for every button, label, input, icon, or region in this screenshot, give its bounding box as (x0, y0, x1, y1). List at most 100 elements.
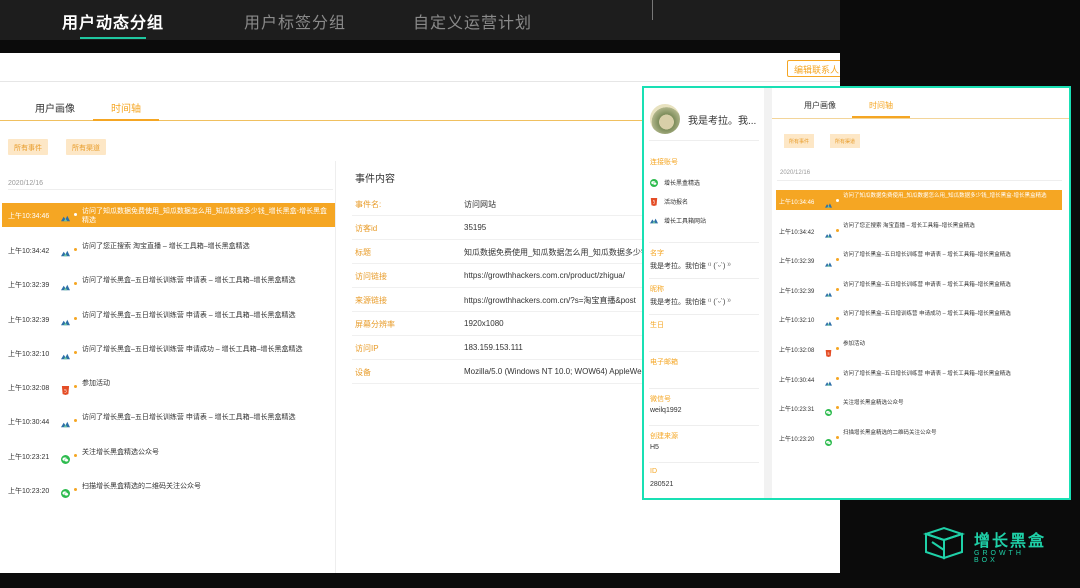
wechat-icon (61, 451, 70, 464)
event-time: 上午10:32:10 (8, 351, 50, 358)
event-detail-row: 设备 Mozilla/5.0 (Windows NT 10.0; WOW64) A… (352, 360, 642, 384)
event-detail-row: 事件名: 访问网站 (352, 192, 642, 216)
overlay-timeline-row[interactable]: 上午10:32:39 访问了增长黑盒–五日增长训练营 申请表 – 增长工具箱–增长… (776, 279, 1062, 299)
overlay-tabs-divider (772, 118, 1069, 119)
event-time: 上午10:23:20 (8, 488, 50, 495)
growth-tools-icon (825, 255, 832, 267)
filter-all-events[interactable]: 所有事件 (8, 139, 48, 155)
tab-user-dynamic-group[interactable]: 用户动态分组 (62, 9, 164, 33)
event-time: 上午10:32:08 (8, 385, 50, 392)
event-text: 参加活动 (843, 341, 866, 347)
wechat-icon (61, 485, 70, 498)
timeline-row[interactable]: 上午10:30:44 访问了增长黑盒–五日增长训练营 申请表 – 增长工具箱–增长… (2, 409, 335, 433)
event-text: 访问了增长黑盒–五日增长训练营 申请表 – 增长工具箱–增长黑盒精选 (82, 312, 296, 319)
brand-name: 增长黑盒 (974, 533, 1047, 550)
timeline-dot (74, 385, 77, 388)
event-time: 上午10:34:46 (8, 213, 50, 220)
profile-overlay-card: 我是考拉。我... 连接账号 增长黑盒精选 5 活动报名 增长工具箱网站 名字 我是考拉… (642, 86, 1071, 500)
field-divider (649, 278, 759, 279)
growth-tools-icon (650, 217, 658, 225)
event-time: 上午10:23:21 (8, 454, 50, 461)
event-text: 关注增长黑盒精选公众号 (843, 400, 904, 406)
linked-account-item[interactable]: 5 活动报名 (650, 197, 688, 207)
growth-tools-icon (825, 285, 832, 297)
overlay-timeline-row[interactable]: 上午10:23:20 扫描增长黑盒精选的二维码关注公众号 (776, 427, 1062, 447)
profile-field-label: ID (650, 468, 657, 475)
overlay-timeline-row[interactable]: 上午10:34:46 访问了知瓜数据免费使用_知瓜数据怎么用_知瓜数据多少钱_增长… (776, 190, 1062, 210)
linked-account-item[interactable]: 增长工具箱网站 (650, 216, 706, 225)
timeline-dot (836, 258, 839, 261)
timeline-dot (836, 199, 839, 202)
column-divider (335, 161, 336, 573)
event-text: 访问了知瓜数据免费使用_知瓜数据怎么用_知瓜数据多少钱_增长黑盒-增长黑盒精选 (82, 208, 328, 224)
timeline-dot (74, 213, 77, 216)
growth-box-logo: 增长黑盒 GROWTH BOX (922, 524, 1052, 564)
date-divider (8, 189, 333, 190)
event-detail-row: 访问链接 https://growthhackers.com.cn/product… (352, 264, 642, 288)
growth-tools-icon (61, 348, 70, 360)
timeline-row[interactable]: 上午10:23:21 关注增长黑盒精选公众号 (2, 444, 335, 468)
event-detail-key: 设备 (355, 368, 371, 377)
event-detail-key: 访问链接 (355, 272, 387, 281)
timeline-dot (74, 419, 77, 422)
overlay-timeline-date: 2020/12/16 (780, 170, 811, 176)
overlay-filter-all-events[interactable]: 所有事件 (784, 134, 815, 148)
tab-user-profile[interactable]: 用户画像 (35, 100, 75, 115)
field-divider (649, 462, 759, 463)
timeline-row[interactable]: 上午10:32:39 访问了增长黑盒–五日增长训练营 申请表 – 增长工具箱–增长… (2, 272, 335, 296)
overlay-timeline-row[interactable]: 上午10:32:08 5 参加活动 (776, 338, 1062, 358)
event-time: 上午10:32:10 (779, 318, 815, 324)
overlay-timeline-row[interactable]: 上午10:23:31 关注增长黑盒精选公众号 (776, 397, 1062, 417)
profile-field-label: 生日 (650, 322, 664, 329)
event-detail-key: 访问IP (355, 344, 379, 353)
overlay-timeline-row[interactable]: 上午10:32:10 访问了增长黑盒–五日增训练营 申请成功 – 增长工具箱–增长… (776, 308, 1062, 328)
timeline-dot (836, 288, 839, 291)
growth-tools-icon (825, 226, 832, 238)
active-tab-indicator (80, 37, 146, 39)
linked-account-item[interactable]: 增长黑盒精选 (650, 178, 700, 188)
event-detail-value: Mozilla/5.0 (Windows NT 10.0; WOW64) App… (464, 367, 642, 376)
timeline-row[interactable]: 上午10:34:42 访问了您正搜索 淘宝直播 – 增长工具箱–增长黑盒精选 (2, 238, 335, 262)
overlay-timeline-tab-indicator (852, 116, 910, 118)
growth-tools-icon (61, 314, 70, 326)
growth-tools-icon (825, 374, 832, 386)
event-time: 上午10:30:44 (8, 419, 50, 426)
timeline-row[interactable]: 上午10:34:46 访问了知瓜数据免费使用_知瓜数据怎么用_知瓜数据多少钱_增长… (2, 203, 335, 227)
overlay-timeline-row[interactable]: 上午10:32:39 访问了增长黑盒–五日增长训练营 申请表 – 增长工具箱–增长… (776, 249, 1062, 269)
overlay-timeline-row[interactable]: 上午10:30:44 访问了增长黑盒–五日增长训练营 申请表 – 增长工具箱–增长… (776, 368, 1062, 388)
timeline-dot (74, 351, 77, 354)
screen: 用户动态分组 用户标签分组 自定义运营计划 编辑联系人 用户画像 时间轴 所有事… (0, 0, 1080, 588)
filter-all-channels[interactable]: 所有渠道 (66, 139, 106, 155)
overlay-filter-all-channels[interactable]: 所有渠道 (830, 134, 861, 148)
svg-text:5: 5 (64, 388, 67, 394)
timeline-row[interactable]: 上午10:32:10 访问了增长黑盒–五日增长训练营 申请成功 – 增长工具箱–增… (2, 341, 335, 365)
event-detail-key: 来源链接 (355, 296, 387, 305)
event-detail-value: 183.159.153.111 (464, 343, 523, 352)
timeline-row[interactable]: 上午10:32:08 5 参加活动 (2, 375, 335, 399)
edit-contact-button[interactable]: 编辑联系人 (787, 60, 840, 77)
timeline-row[interactable]: 上午10:32:39 访问了增长黑盒–五日增长训练营 申请表 – 增长工具箱–增长… (2, 307, 335, 331)
event-detail-value: 35195 (464, 223, 487, 232)
overlay-tab-user-profile[interactable]: 用户画像 (804, 100, 836, 111)
event-detail-value: https://growthhackers.com.cn/?s=淘宝直播&pos… (464, 296, 636, 305)
profile-field-label: 微信号 (650, 396, 671, 403)
event-detail-value: 访问网站 (464, 200, 496, 209)
growth-tools-icon (61, 416, 70, 428)
tab-custom-ops-plan[interactable]: 自定义运营计划 (413, 9, 532, 33)
profile-field-value: 我是考拉。我怕谁 ⁽⁽ (ˊᵕˋ) ⁾⁾ (650, 299, 731, 306)
event-detail-key: 事件名: (355, 200, 382, 209)
timeline-dot (836, 377, 839, 380)
growth-tools-icon (61, 210, 70, 222)
tab-timeline[interactable]: 时间轴 (111, 100, 141, 115)
timeline-dot (836, 229, 839, 232)
event-text: 扫描增长黑盒精选的二维码关注公众号 (843, 430, 937, 436)
timeline-row[interactable]: 上午10:23:20 扫描增长黑盒精选的二维码关注公众号 (2, 478, 335, 502)
event-detail-row: 标题 知瓜数据免费使用_知瓜数据怎么用_知瓜数据多少钱_增长黑 (352, 240, 677, 264)
overlay-timeline-row[interactable]: 上午10:34:42 访问了您正搜索 淘宝直播 – 增长工具箱–增长黑盒精选 (776, 220, 1062, 240)
overlay-tab-timeline[interactable]: 时间轴 (869, 100, 893, 111)
growth-tools-icon (825, 196, 832, 208)
timeline-tab-indicator (93, 119, 159, 121)
tab-user-tag-group[interactable]: 用户标签分组 (244, 9, 346, 33)
event-time: 上午10:34:42 (779, 230, 815, 236)
profile-sidebar: 我是考拉。我... 连接账号 增长黑盒精选 5 活动报名 增长工具箱网站 名字 我是考拉… (644, 88, 764, 498)
